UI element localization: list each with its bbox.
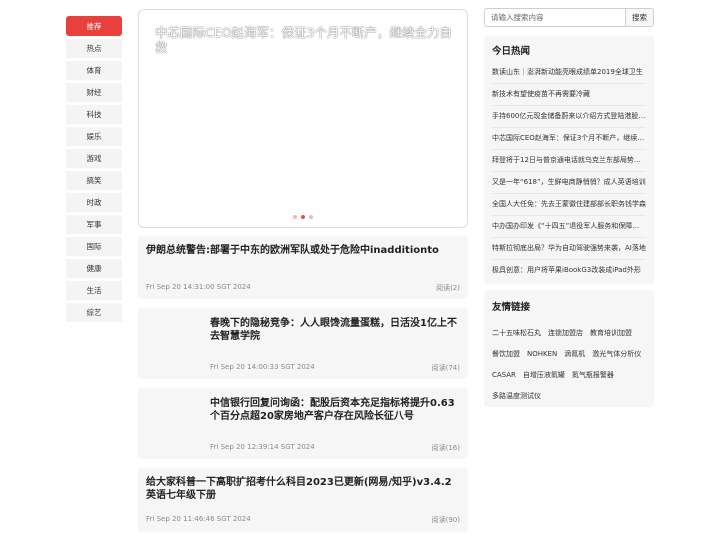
hot-news-item[interactable]: 特斯拉彻底出局？华为自动驾驶强势来袭，AI落地	[492, 243, 646, 253]
hot-news-item[interactable]: 手持600亿元现金储备蔚来以介绍方式登陆港股市场	[492, 111, 646, 121]
hot-news-divider	[492, 127, 646, 128]
friend-link[interactable]: 连锁加盟店	[548, 329, 583, 338]
hot-news-item[interactable]: 拜登将于12日与普京通电话就乌克兰东部局势进行讨论	[492, 155, 646, 165]
nav-item[interactable]: 军事	[66, 215, 122, 234]
hot-news-title: 今日热闻	[492, 46, 531, 57]
hot-news-item[interactable]: 中芯国际CEO赵海军：保证3个月不断产，继续全力自救	[492, 133, 646, 143]
friend-link[interactable]: 教育培训加盟	[590, 329, 632, 338]
hot-news-divider	[492, 237, 646, 238]
nav-item[interactable]: 时政	[66, 193, 122, 212]
article-date: Fri Sep 20 12:39:14 SGT 2024	[210, 443, 315, 451]
banner-carousel[interactable]: 中芯国际CEO赵海军：保证3个月不断产，继续全力自救	[138, 9, 468, 228]
hot-news-divider	[492, 105, 646, 106]
article-date: Fri Sep 20 14:00:33 SGT 2024	[210, 363, 315, 371]
hot-news-item[interactable]: 又是一年“618”，生鲜电商静悄悄？成人英语培训	[492, 177, 646, 187]
friend-link[interactable]: CASAR	[492, 371, 516, 380]
hot-news-item[interactable]: 极具创意：用户将苹果iBookG3改装成iPad外形	[492, 265, 646, 275]
article-reads: 阅读(16)	[431, 444, 460, 452]
friend-link[interactable]: 二十五味松石丸	[492, 329, 541, 338]
carousel-dots	[139, 215, 467, 219]
article-card[interactable]: 中信银行回复问询函：配股后资本充足指标将提升0.63个百分点超20家房地产客户存…	[138, 388, 468, 459]
friend-links-panel: 友情链接 二十五味松石丸 连锁加盟店 教育培训加盟餐饮加盟 NOHKEN 滴氮机 激光气体…	[484, 290, 654, 407]
article-reads: 阅读(90)	[431, 516, 460, 524]
friend-link[interactable]: 激光气体分析仪	[592, 350, 641, 359]
nav-item[interactable]: 科技	[66, 105, 122, 124]
hot-news-divider	[492, 171, 646, 172]
nav-item[interactable]: 综艺	[66, 303, 122, 322]
article-title[interactable]: 伊朗总统警告:部署于中东的欧洲军队或处于危险中inadditionto	[146, 244, 460, 257]
nav-item[interactable]: 娱乐	[66, 127, 122, 146]
hot-news-item[interactable]: 新技术有望使疫苗不再需要冷藏	[492, 89, 646, 99]
hot-news-item[interactable]: 全国人大任免：先去王蒙徽住建部部长职务钱学森	[492, 199, 646, 209]
hot-news-divider	[492, 215, 646, 216]
article-card[interactable]: 春晚下的隐秘竞争：人人眼馋流量蛋糕，日活没1亿上不去智慧学院 Fri Sep 2…	[138, 308, 468, 379]
search-input[interactable]	[484, 8, 625, 27]
nav-item[interactable]: 健康	[66, 259, 122, 278]
nav-item[interactable]: 热点	[66, 39, 122, 58]
article-date: Fri Sep 20 14:31:00 SGT 2024	[146, 283, 251, 291]
article-title[interactable]: 给大家科普一下高职扩招考什么科目2023已更新(网易/知乎)v3.4.2英语七年…	[146, 476, 460, 502]
hot-news-divider	[492, 259, 646, 260]
nav-item[interactable]: 国际	[66, 237, 122, 256]
banner-title[interactable]: 中芯国际CEO赵海军：保证3个月不断产，继续全力自救	[155, 25, 455, 55]
article-card[interactable]: 给大家科普一下高职扩招考什么科目2023已更新(网易/知乎)v3.4.2英语七年…	[138, 468, 468, 532]
category-nav: 推荐热点体育财经科技娱乐游戏搞笑时政军事国际健康生活综艺	[66, 16, 122, 325]
article-card[interactable]: 伊朗总统警告:部署于中东的欧洲军队或处于危险中inadditionto Fri …	[138, 236, 468, 299]
nav-item[interactable]: 财经	[66, 83, 122, 102]
friend-links-title: 友情链接	[492, 302, 531, 313]
nav-item[interactable]: 游戏	[66, 149, 122, 168]
friend-link[interactable]: 多路温度测试仪	[492, 392, 541, 401]
nav-item[interactable]: 搞笑	[66, 171, 122, 190]
carousel-dot-2[interactable]	[301, 215, 305, 219]
hot-news-item[interactable]: 数读山东｜澎湃新动能亮眼成绩单2019全球卫生	[492, 67, 646, 77]
hot-news-item[interactable]: 中办国办印发《“十四五”退役军人服务和保障规划》	[492, 221, 646, 231]
article-date: Fri Sep 20 11:46:46 SGT 2024	[146, 515, 251, 523]
article-reads: 阅读(74)	[431, 364, 460, 372]
article-title[interactable]: 春晚下的隐秘竞争：人人眼馋流量蛋糕，日活没1亿上不去智慧学院	[210, 317, 462, 343]
hot-news-panel: 今日热闻 数读山东｜澎湃新动能亮眼成绩单2019全球卫生 新技术有望使疫苗不再需要…	[484, 36, 654, 284]
nav-item[interactable]: 推荐	[66, 16, 122, 36]
friend-link[interactable]: 自增压液氮罐	[523, 371, 565, 380]
search-button[interactable]: 搜索	[625, 8, 654, 27]
friend-links-list: 二十五味松石丸 连锁加盟店 教育培训加盟餐饮加盟 NOHKEN 滴氮机 激光气体分析仪 CA…	[492, 329, 650, 401]
friend-link[interactable]: 滴氮机	[564, 350, 585, 359]
nav-item[interactable]: 生活	[66, 281, 122, 300]
article-title[interactable]: 中信银行回复问询函：配股后资本充足指标将提升0.63个百分点超20家房地产客户存…	[210, 397, 462, 423]
carousel-dot-1[interactable]	[293, 215, 297, 219]
article-reads: 阅读(2)	[436, 284, 460, 292]
carousel-dot-3[interactable]	[309, 215, 313, 219]
hot-news-divider	[492, 149, 646, 150]
nav-item[interactable]: 体育	[66, 61, 122, 80]
friend-link[interactable]: 餐饮加盟	[492, 350, 520, 359]
hot-news-divider	[492, 83, 646, 84]
friend-link[interactable]: 氮气瓶报警器	[572, 371, 614, 380]
friend-link[interactable]: NOHKEN	[527, 350, 557, 359]
hot-news-divider	[492, 193, 646, 194]
